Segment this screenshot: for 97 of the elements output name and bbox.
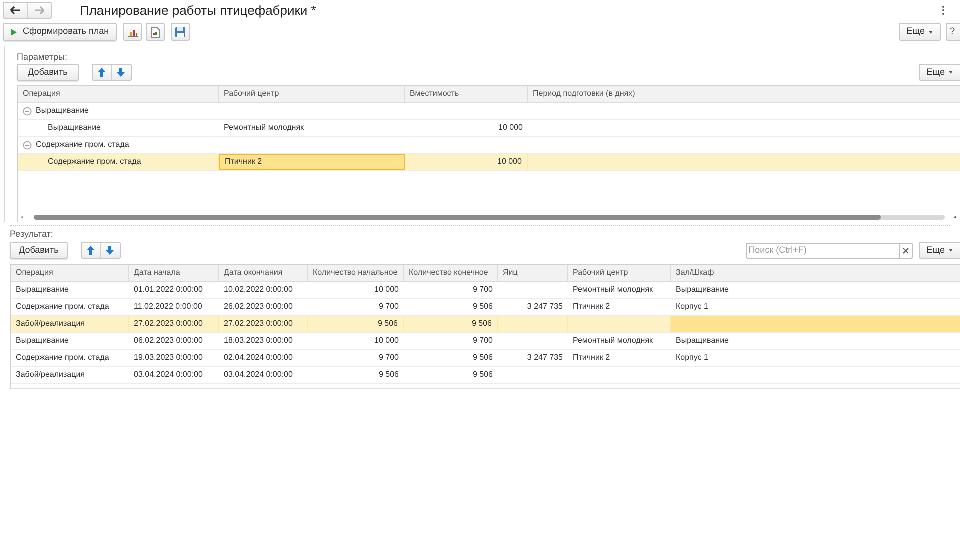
column-header[interactable]: Операция (18, 86, 219, 102)
column-header[interactable]: Операция (11, 265, 129, 281)
table-cell: 9 506 (472, 369, 493, 381)
table-cell: Содержание пром. стада (48, 156, 142, 168)
table-cell: 9 700 (378, 352, 399, 364)
collapse-icon[interactable] (23, 106, 32, 116)
table-cell: Ремонтный молодняк (224, 122, 304, 134)
scroll-left-icon (21, 216, 24, 218)
table-cell: 9 506 (378, 369, 399, 381)
scroll-right-icon (954, 216, 957, 218)
window-title: Планирование работы птицефабрики * (80, 2, 316, 20)
table-cell: Птичник 2 (573, 352, 610, 364)
left-arrow-icon (10, 6, 21, 15)
column-header[interactable]: Количество начальное (308, 265, 404, 281)
table-cell: 3 247 735 (527, 352, 563, 364)
table-row[interactable]: Содержание пром. стада Птичник 2 10 000 (18, 154, 960, 171)
report-button[interactable] (146, 23, 166, 41)
column-header[interactable]: Период подготовки (в днях) (528, 86, 960, 102)
table-cell: 26.02.2023 0:00:00 (224, 301, 293, 313)
table-cell: 10 000 (374, 284, 399, 296)
column-header[interactable]: Дата окончания (219, 265, 308, 281)
table-cell: Выращивание (676, 335, 729, 347)
table-cell: 9 506 (472, 301, 493, 313)
play-icon (11, 28, 17, 36)
right-arrow-icon (34, 6, 45, 15)
table-row[interactable]: Забой/реализация 27.02.2023 0:00:00 27.02.2023 0:00:00 9 506 9 506 (11, 316, 960, 333)
table-cell: 02.04.2024 0:00:00 (224, 352, 293, 364)
clear-search-button[interactable] (900, 242, 913, 258)
column-header[interactable]: Вместимость (405, 86, 528, 102)
bar-chart-icon (128, 28, 138, 36)
close-icon (902, 248, 909, 254)
column-header[interactable]: Рабочий центр (219, 86, 405, 102)
table-cell: 10.02.2022 0:00:00 (224, 284, 293, 296)
table-cell: 18.03.2023 0:00:00 (224, 335, 293, 347)
caret-icon (949, 249, 953, 252)
group-label: Выращивание (36, 105, 89, 117)
table-cell: Ремонтный молодняк (573, 335, 654, 347)
section-label: Результат: (10, 228, 54, 239)
table-cell: Выращивание (16, 284, 69, 296)
focused-cell[interactable]: Птичник 2 (219, 154, 405, 170)
table-cell: 9 506 (378, 318, 398, 330)
table-cell: Выращивание (16, 335, 69, 347)
document-icon (151, 26, 160, 38)
chart-button[interactable] (123, 23, 142, 41)
table-cell: 11.02.2022 0:00:00 (134, 301, 202, 313)
group-label: Содержание пром. стада (36, 139, 130, 151)
table-cell: Корпус 1 (676, 301, 708, 313)
save-button[interactable] (171, 23, 190, 41)
table-cell: 9 506 (472, 352, 493, 364)
caret-icon (929, 30, 933, 34)
table-cell: Корпус 1 (676, 352, 708, 364)
table-cell: 10 000 (374, 335, 399, 347)
down-arrow-icon (117, 68, 126, 77)
add-button[interactable]: Добавить (10, 242, 68, 259)
table-cell: 01.01.2022 0:00:00 (134, 284, 203, 296)
more-button[interactable]: Еще (898, 23, 941, 41)
section-label: Параметры: (17, 51, 68, 62)
kebab-menu-icon[interactable] (942, 6, 945, 15)
table-cell: 03.04.2024 0:00:00 (134, 369, 203, 381)
table-cell: Забой/реализация (16, 369, 85, 381)
table-cell: 10 000 (498, 156, 522, 168)
column-header[interactable]: Зал/Шкаф (671, 265, 960, 281)
table-cell: 27.02.2023 0:00:00 (134, 318, 203, 330)
collapse-icon[interactable] (23, 140, 32, 150)
generate-plan-button[interactable]: Сформировать план (3, 23, 118, 41)
table-cell: 9 700 (472, 335, 493, 347)
table-cell: 03.04.2024 0:00:00 (224, 369, 293, 381)
table-cell: Содержание пром. стада (16, 352, 110, 364)
table-cell: 9 506 (472, 318, 492, 330)
table-cell: 3 247 735 (527, 301, 563, 313)
table-cell: 19.03.2023 0:00:00 (134, 352, 203, 364)
table-cell: Выращивание (676, 284, 729, 296)
table-cell: 06.02.2023 0:00:00 (134, 335, 203, 347)
column-header[interactable]: Количество конечное (404, 265, 498, 281)
table-cell: 10 000 (498, 122, 523, 134)
add-button[interactable]: Добавить (17, 64, 79, 81)
down-arrow-icon (106, 246, 114, 255)
table-cell: 9 700 (378, 301, 399, 313)
help-button[interactable]: ? (946, 23, 960, 41)
focused-cell[interactable] (671, 316, 960, 332)
table-cell: Птичник 2 (573, 301, 610, 313)
table-cell: 9 700 (472, 284, 493, 296)
caret-icon (949, 71, 953, 74)
table-cell: Выращивание (48, 122, 101, 134)
table-cell: Птичник 2 (225, 156, 262, 168)
column-header[interactable]: Рабочий центр (568, 265, 671, 281)
table-cell: 27.02.2023 0:00:00 (224, 318, 293, 330)
table-cell: Содержание пром. стада (16, 301, 110, 313)
table-cell: Ремонтный молодняк (573, 284, 654, 296)
column-header[interactable]: Дата начала (129, 265, 219, 281)
more-button[interactable]: Еще (918, 242, 960, 259)
up-arrow-icon (98, 68, 106, 77)
more-button[interactable]: Еще (918, 64, 960, 81)
column-header[interactable]: Яиц (498, 265, 568, 281)
up-arrow-icon (86, 246, 95, 255)
table-cell: Забой/реализация (16, 318, 85, 330)
search-field[interactable]: Поиск (Ctrl+F) (746, 242, 900, 258)
